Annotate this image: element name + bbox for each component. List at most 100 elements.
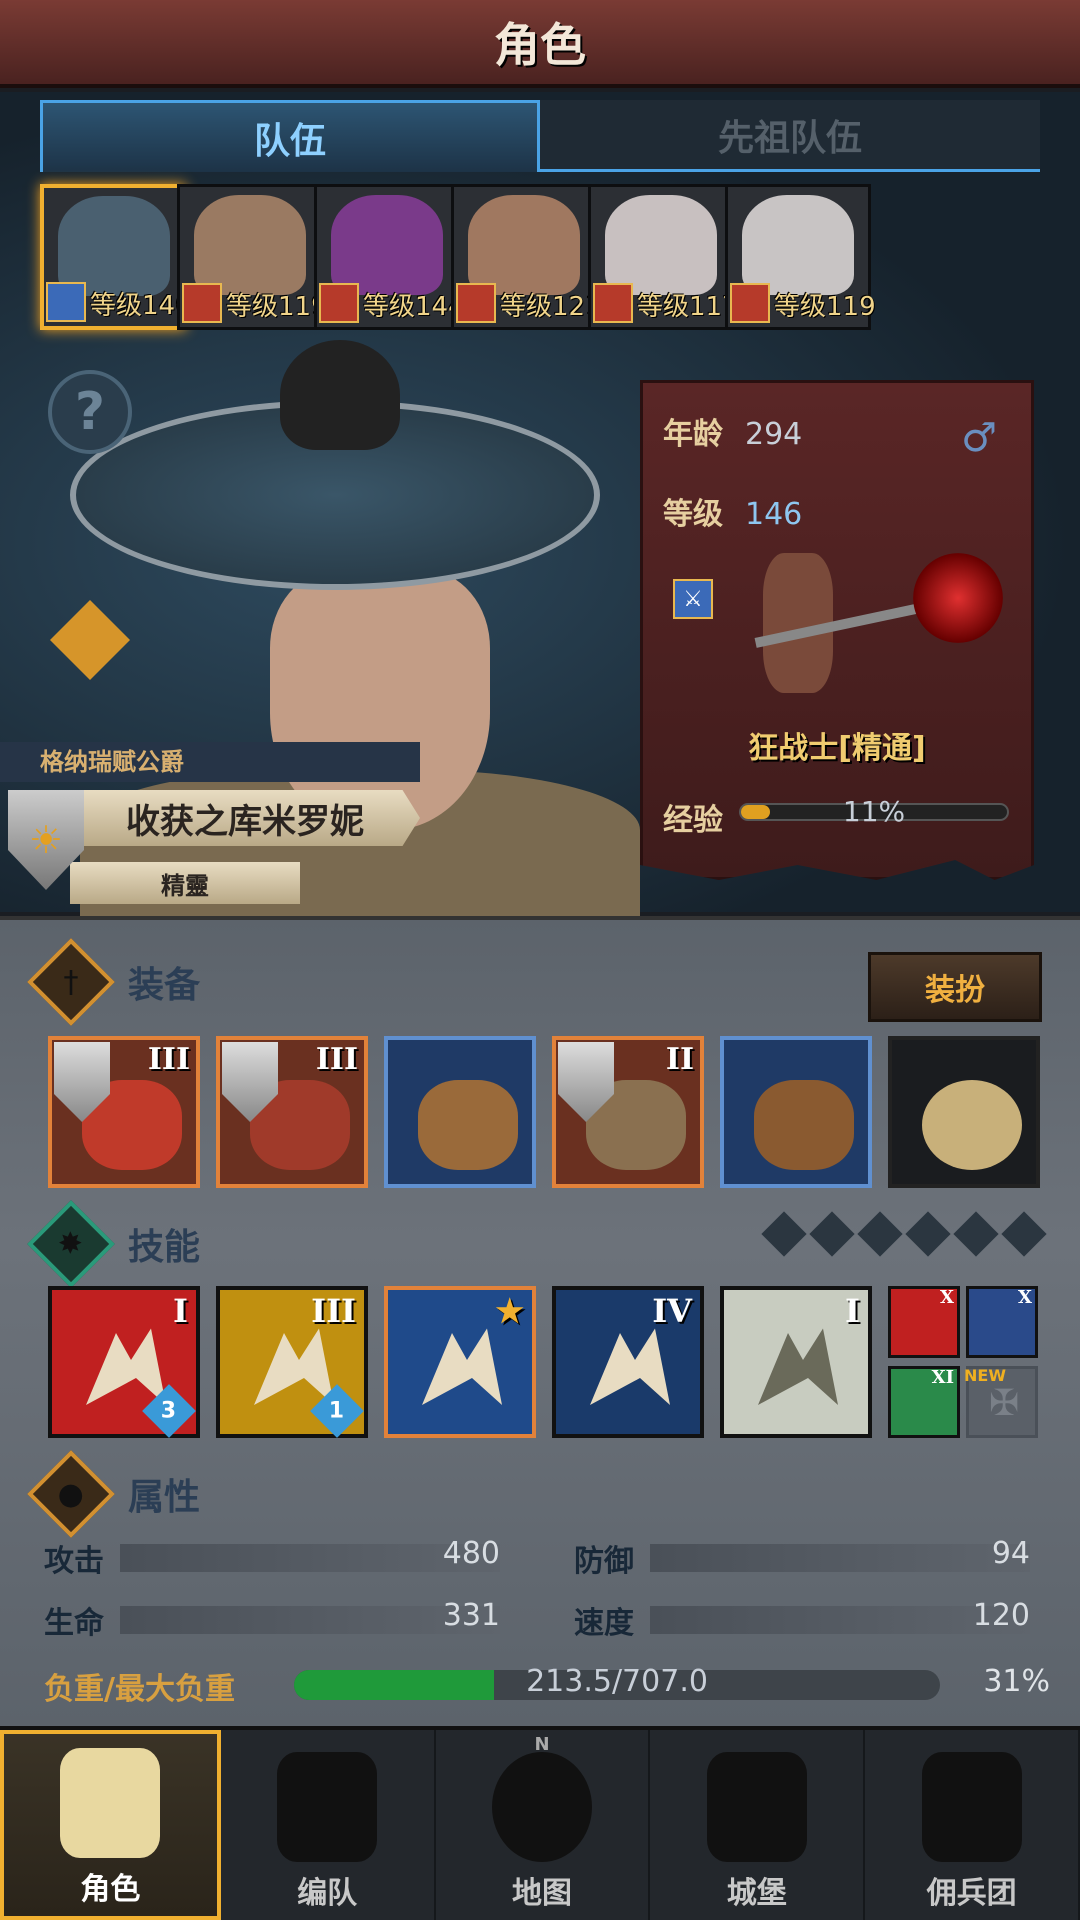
hero-name: 收获之库米罗妮 [70,790,420,846]
equipment-header: † 装备 [27,938,201,1026]
slot-diamond [1001,1211,1047,1257]
stat-name: 速度 [574,1606,634,1641]
mercenary-icon [921,1752,1022,1862]
compass-north: N [534,1734,550,1755]
nav-castle[interactable]: 城堡 [650,1730,866,1920]
info-panel: 年龄 294 ♂ 等级 146 ⚔ 狂战士[精通] 经验 11% [640,380,1034,880]
portrait [605,195,717,295]
passive-skill[interactable]: X [888,1286,960,1358]
skill-rank: X [940,1287,954,1308]
nav-label: 编队 [297,1876,358,1911]
portrait [194,195,306,295]
star-icon: ✸ [27,1200,115,1288]
skill-slot[interactable]: IV [552,1286,704,1438]
skill-slots-indicator [761,1211,1047,1257]
gem-count: 1 [329,1398,345,1424]
equip-slot[interactable] [384,1036,536,1188]
page-title: 角色 [494,18,586,72]
nav-label: 角色 [80,1872,141,1907]
skill-rank: IV [652,1292,692,1330]
equip-slot[interactable]: III [48,1036,200,1188]
skills-label: 技能 [128,1227,201,1268]
skills-header: ✸ 技能 [27,1200,201,1288]
equip-slot[interactable] [720,1036,872,1188]
level-value: 146 [745,497,803,532]
party-member[interactable]: 等级119 [177,184,328,330]
tab-team[interactable]: 队伍 [40,100,540,172]
skill-rank: I [173,1292,188,1330]
party-member[interactable]: 等级144 [314,184,465,330]
star-icon: ★ [495,1292,524,1330]
skill-rank: XI [931,1367,954,1388]
stat-row: 攻击 480 [44,1536,504,1579]
equip-slot[interactable]: III [216,1036,368,1188]
nav-formation[interactable]: 编队 [221,1730,436,1920]
gem-count: 3 [161,1398,177,1424]
nav-label: 佣兵团 [926,1876,1017,1911]
cross-icon: ✠ [989,1383,1020,1424]
nav-character[interactable]: 角色 [0,1730,221,1920]
equip-slot[interactable]: II [552,1036,704,1188]
class-badge-icon [182,283,222,323]
equip-slot[interactable] [888,1036,1040,1188]
boots-icon [754,1080,854,1170]
load-value: 213.5/707.0 [526,1664,708,1699]
bottom-nav: 角色 编队 N 地图 城堡 佣兵团 [0,1726,1080,1920]
passive-skill[interactable]: XI [888,1366,960,1438]
load-percent: 31% [983,1664,1050,1699]
member-level: 等级144 [363,292,465,322]
load-label: 负重/最大负重 [44,1672,235,1707]
hero-title: 格纳瑞赋公爵 [0,742,420,782]
skill-rank: I [845,1292,860,1330]
hero-hat-top [280,340,400,450]
claw-skill-icon [422,1328,502,1405]
slot-rank: III [315,1042,358,1077]
dagger-icon: † [27,938,115,1026]
party-member[interactable]: 等级146 [40,184,192,330]
slot-diamond [953,1211,999,1257]
nav-mercenary[interactable]: 佣兵团 [865,1730,1080,1920]
helmet-icon [277,1752,378,1862]
top-header: 角色 [0,0,1080,88]
equipment-label: 装备 [128,965,201,1006]
gem-icon: 3 [142,1384,196,1438]
portrait [58,196,170,296]
member-level: 等级119 [774,292,876,322]
party-member[interactable]: 等级119 [725,184,876,330]
party-list: 等级146 等级119 等级144 等级121 等级117 等级119 [40,184,1040,330]
dress-button[interactable]: 装扮 [868,952,1042,1022]
nav-label: 地图 [511,1876,572,1911]
amulet-icon [922,1080,1022,1170]
skill-slot[interactable]: I3 [48,1286,200,1438]
castle-icon [706,1752,807,1862]
skill-rank: X [1018,1287,1032,1308]
skill-slot[interactable]: III 1 [216,1286,368,1438]
help-icon[interactable]: ? [48,370,132,454]
portrait [468,195,580,295]
level-row: 等级 146 [663,489,802,533]
class-badge-icon [456,283,496,323]
age-value: 294 [745,417,803,452]
male-icon: ♂ [961,415,997,461]
age-row: 年龄 294 [663,409,802,453]
nav-map[interactable]: N 地图 [436,1730,651,1920]
tab-ancestor-team[interactable]: 先祖队伍 [540,100,1040,172]
skill-slot[interactable]: I [720,1286,872,1438]
crystal-shield-skill-icon [758,1328,838,1405]
hero-race: 精靈 [70,862,300,904]
class-badge-icon [730,283,770,323]
person-icon: ● [27,1450,115,1538]
slot-diamond [905,1211,951,1257]
party-member[interactable]: 等级117 [588,184,739,330]
crystal-sword-skill-icon [590,1328,670,1405]
party-member[interactable]: 等级121 [451,184,602,330]
passive-skill[interactable]: X [966,1286,1038,1358]
class-badge-icon [46,282,86,322]
member-level: 等级119 [226,292,328,322]
compass-icon [491,1752,592,1862]
skill-slot[interactable]: ★ [384,1286,536,1438]
sword-icon: ⚔ [673,579,713,619]
tab-bar: 队伍 先祖队伍 [40,100,1040,172]
stat-value: 480 [442,1536,500,1571]
slot-rank: III [147,1042,190,1077]
